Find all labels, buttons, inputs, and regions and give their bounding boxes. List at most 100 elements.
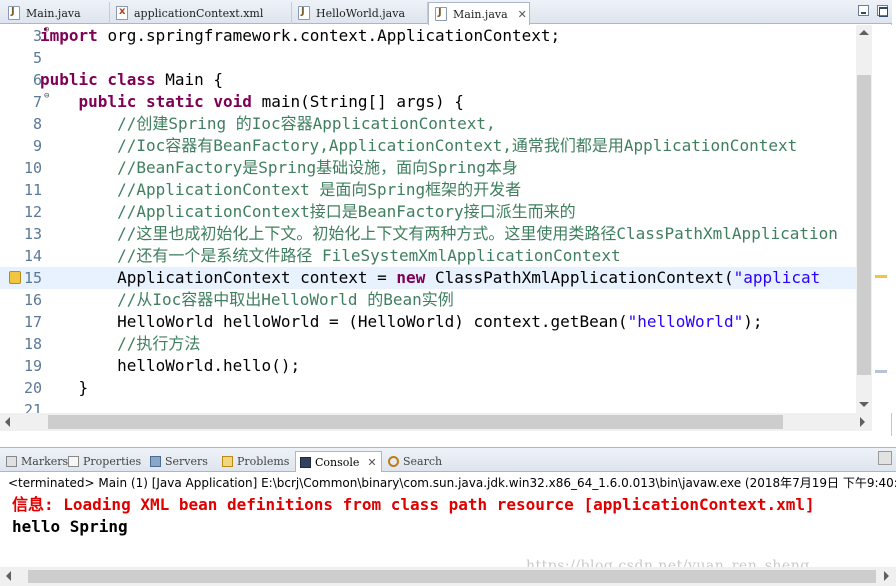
search-icon [388, 455, 399, 467]
clear-console-icon[interactable] [878, 451, 892, 465]
comment-token: //从Ioc容器中取出HelloWorld 的Bean实例 [40, 290, 454, 309]
code-line[interactable]: 14 //还有一个是系统文件路径 FileSystemXmlApplicatio… [0, 245, 856, 267]
maximize-icon[interactable] [877, 5, 888, 17]
tab-label: Markers [21, 454, 69, 468]
scroll-left-icon[interactable] [5, 417, 10, 427]
tab-problems[interactable]: Problems [222, 451, 289, 471]
code-line[interactable]: 6 public class Main { [0, 69, 856, 91]
code-token: ClassPathXmlApplicationContext( [434, 268, 734, 287]
horizontal-scrollbar[interactable] [0, 413, 872, 431]
line-number: 7 [32, 93, 42, 111]
code-line[interactable]: 12 //ApplicationContext接口是BeanFactory接口派… [0, 201, 856, 223]
code-line[interactable]: 3 ⊕ import org.springframework.context.App… [0, 25, 856, 47]
code-line[interactable]: 5 [0, 47, 856, 69]
overview-ruler[interactable] [872, 25, 892, 413]
xml-file-icon [116, 6, 128, 20]
code-line[interactable]: 10 //BeanFactory是Spring基础设施，面向Spring本身 [0, 157, 856, 179]
view-tab-bar: Markers Properties Servers Problems Cons… [0, 448, 896, 472]
line-number: 10 [23, 159, 42, 177]
minimize-icon[interactable] [858, 5, 869, 16]
tab-label: Main.java [26, 6, 81, 20]
scrollbar-thumb[interactable] [857, 75, 871, 375]
keyword-token: new [396, 268, 435, 287]
code-text: HelloWorld helloWorld = (HelloWorld) con… [40, 311, 762, 333]
scrollbar-thumb[interactable] [28, 570, 876, 583]
line-number: 6 [32, 71, 42, 89]
code-line[interactable]: 16 //从Ioc容器中取出HelloWorld 的Bean实例 [0, 289, 856, 311]
properties-icon [68, 455, 79, 467]
scroll-up-icon[interactable] [859, 30, 869, 35]
scroll-left-icon[interactable] [6, 571, 11, 581]
warning-icon[interactable] [9, 271, 21, 284]
tab-label: Servers [165, 454, 208, 468]
line-number: 11 [23, 181, 42, 199]
tab-label: Properties [83, 454, 142, 468]
scroll-down-icon[interactable] [859, 402, 869, 407]
code-text: ApplicationContext context = new ClassPa… [40, 267, 820, 289]
occurrence-marker[interactable] [875, 370, 887, 373]
close-icon[interactable]: ✕ [367, 456, 376, 469]
line-number: 21 [23, 401, 42, 413]
console-horizontal-scrollbar[interactable] [0, 567, 896, 586]
code-line[interactable]: 8 //创建Spring 的Ioc容器ApplicationContext, [0, 113, 856, 135]
problems-icon [222, 455, 233, 467]
line-number: 20 [23, 379, 42, 397]
code-token: org.springframework.context.ApplicationC… [107, 26, 561, 45]
scrollbar-thumb[interactable] [48, 415, 783, 429]
tab-markers[interactable]: Markers [6, 451, 68, 471]
tab-servers[interactable]: Servers [150, 451, 208, 471]
code-text: //ApplicationContext接口是BeanFactory接口派生而来… [40, 201, 576, 223]
close-icon[interactable]: ✕ [518, 8, 527, 21]
line-number: 3 [32, 27, 42, 45]
java-file-icon [8, 6, 20, 20]
string-token: "applicat [733, 268, 821, 287]
tab-properties[interactable]: Properties [68, 451, 141, 471]
code-line[interactable]: 18 //执行方法 [0, 333, 856, 355]
code-line[interactable]: 13 //这里也成初始化上下文。初始化上下文有两种方式。这里使用类路径Class… [0, 223, 856, 245]
comment-token: //执行方法 [40, 334, 201, 353]
editor-tab-main-java-active[interactable]: Main.java ✕ [428, 2, 530, 25]
line-number: 14 [23, 247, 42, 265]
vertical-scrollbar[interactable] [856, 25, 872, 413]
code-editor[interactable]: 3 ⊕ import org.springframework.context.App… [0, 25, 856, 413]
console-process-header: <terminated> Main (1) [Java Application]… [8, 476, 896, 490]
code-line[interactable]: 17 HelloWorld helloWorld = (HelloWorld) … [0, 311, 856, 333]
code-text: //执行方法 [40, 333, 200, 355]
warning-marker[interactable] [875, 275, 887, 278]
code-line[interactable]: 20 } [0, 377, 856, 399]
scroll-right-icon[interactable] [860, 417, 865, 427]
code-line[interactable]: 21 [0, 399, 856, 413]
line-number: 5 [32, 49, 42, 67]
tab-console[interactable]: Console ✕ [295, 451, 382, 472]
markers-icon [6, 455, 17, 467]
editor-tab-main-java[interactable]: Main.java [2, 2, 110, 24]
comment-token: //创建Spring 的Ioc容器ApplicationContext, [40, 114, 496, 133]
tab-search[interactable]: Search [388, 451, 442, 471]
code-token: HelloWorld helloWorld = (HelloWorld) con… [40, 312, 628, 331]
tab-label: Search [403, 454, 443, 468]
editor-tab-bar: Main.java applicationContext.xml HelloWo… [0, 0, 892, 25]
code-line[interactable]: 7 ⊖ public static void main(String[] args… [0, 91, 856, 113]
code-text: //Ioc容器有BeanFactory,ApplicationContext,通… [40, 135, 797, 157]
console-output[interactable]: 信息: Loading XML bean definitions from cl… [12, 494, 815, 538]
java-file-icon [298, 6, 310, 20]
code-line[interactable]: 19 helloWorld.hello(); [0, 355, 856, 377]
editor-tab-application-context-xml[interactable]: applicationContext.xml [110, 2, 292, 24]
comment-token: //ApplicationContext 是面向Spring框架的开发者 [40, 180, 522, 199]
editor-tab-helloworld-java[interactable]: HelloWorld.java [292, 2, 428, 24]
code-text: //BeanFactory是Spring基础设施，面向Spring本身 [40, 157, 518, 179]
code-line[interactable]: 15 ApplicationContext context = new Clas… [0, 267, 856, 289]
code-token: main(String[] args) { [261, 92, 464, 111]
code-text: //还有一个是系统文件路径 FileSystemXmlApplicationCo… [40, 245, 621, 267]
line-number: 13 [23, 225, 42, 243]
code-line[interactable]: 9 //Ioc容器有BeanFactory,ApplicationContext… [0, 135, 856, 157]
console-error-line: 信息: Loading XML bean definitions from cl… [12, 495, 815, 514]
line-number: 8 [32, 115, 42, 133]
line-number: 16 [23, 291, 42, 309]
code-token: Main { [165, 70, 224, 89]
scroll-right-icon[interactable] [884, 571, 889, 581]
code-line[interactable]: 11 //ApplicationContext 是面向Spring框架的开发者 [0, 179, 856, 201]
code-text: //这里也成初始化上下文。初始化上下文有两种方式。这里使用类路径ClassPat… [40, 223, 838, 245]
tab-label: HelloWorld.java [316, 6, 405, 20]
code-text: //从Ioc容器中取出HelloWorld 的Bean实例 [40, 289, 454, 311]
